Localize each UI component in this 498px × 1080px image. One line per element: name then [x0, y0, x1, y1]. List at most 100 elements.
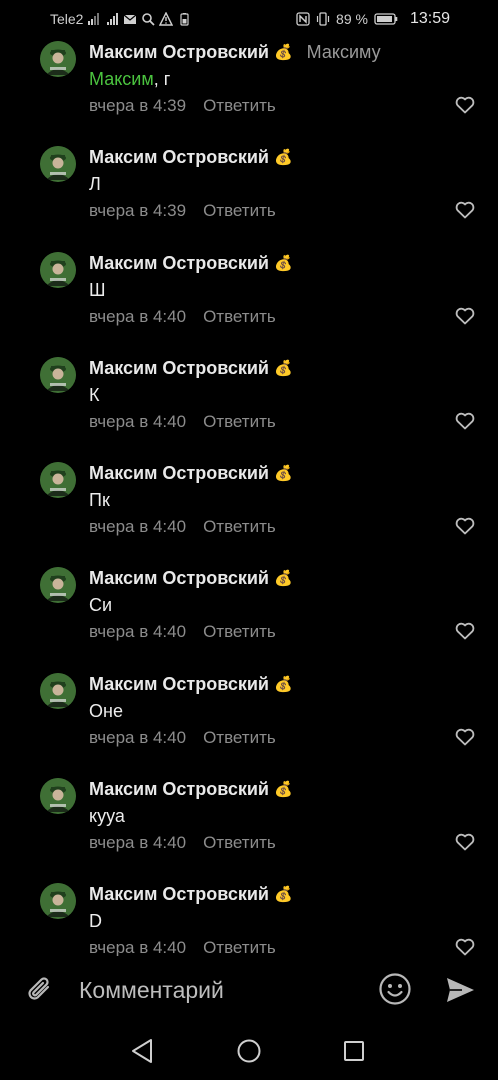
author-name[interactable]: Максим Островский — [89, 42, 269, 63]
reply-button[interactable]: Ответить — [203, 412, 276, 432]
avatar[interactable] — [40, 251, 76, 288]
comment-body: Оне — [89, 700, 123, 721]
comment-body: Си — [89, 595, 113, 616]
reply-button[interactable]: Ответить — [203, 307, 276, 327]
comment-body: Л — [89, 174, 101, 195]
paperclip-icon[interactable] — [24, 974, 56, 1006]
heart-icon[interactable] — [455, 728, 475, 746]
avatar[interactable] — [40, 356, 76, 393]
author-name[interactable]: Максим Островский — [89, 568, 269, 589]
reply-to-name[interactable]: Максиму — [307, 42, 381, 63]
money-bag-icon: 💰 — [273, 570, 293, 588]
comment-text: Л — [89, 174, 101, 195]
money-bag-icon: 💰 — [273, 781, 293, 799]
comment-time: вчера в 4:40 — [89, 938, 187, 956]
comment-composer — [0, 958, 498, 1022]
money-bag-icon: 💰 — [273, 149, 293, 167]
money-bag-icon: 💰 — [273, 359, 293, 377]
author-name[interactable]: Максим Островский — [89, 884, 269, 905]
heart-icon[interactable] — [455, 307, 475, 325]
comment-body: Ш — [89, 279, 106, 300]
recent-apps-icon[interactable] — [343, 1040, 365, 1062]
status-left: Tele2 — [50, 11, 191, 27]
signal-icon — [87, 12, 101, 26]
heart-icon[interactable] — [455, 938, 475, 956]
reply-button[interactable]: Ответить — [203, 201, 276, 221]
comment-item[interactable]: Максим Островский 💰 Максиму Максим, г вч… — [0, 36, 498, 141]
comment-text: Си — [89, 595, 112, 616]
avatar[interactable] — [40, 567, 76, 604]
comment-text: К — [89, 385, 100, 406]
comment-item[interactable]: Максим Островский 💰 D вчера в 4:40 Ответ… — [0, 878, 498, 956]
avatar[interactable] — [40, 146, 76, 183]
comment-header: Максим Островский 💰 — [89, 674, 293, 695]
comment-header: Максим Островский 💰 — [89, 884, 293, 905]
search-icon — [141, 12, 156, 26]
avatar[interactable] — [40, 778, 76, 815]
mention-link[interactable]: Максим — [89, 69, 154, 89]
reply-button[interactable]: Ответить — [203, 96, 276, 116]
mail-icon — [123, 12, 137, 26]
comment-item[interactable]: Максим Островский 💰 Пк вчера в 4:40 Отве… — [0, 457, 498, 562]
comment-item[interactable]: Максим Островский 💰 Ш вчера в 4:40 Ответ… — [0, 247, 498, 352]
wifi-icon — [105, 12, 119, 26]
comment-meta: вчера в 4:39 Ответить — [89, 201, 276, 221]
heart-icon[interactable] — [455, 833, 475, 851]
battery-icon — [374, 12, 398, 26]
heart-icon[interactable] — [455, 412, 475, 430]
clock: 13:59 — [409, 10, 450, 27]
vibrate-icon — [316, 12, 330, 26]
comment-header: Максим Островский 💰 — [89, 358, 293, 379]
reply-button[interactable]: Ответить — [203, 517, 276, 537]
avatar[interactable] — [40, 883, 76, 920]
reply-button[interactable]: Ответить — [203, 728, 276, 748]
avatar[interactable] — [40, 41, 76, 77]
comment-item[interactable]: Максим Островский 💰 Оне вчера в 4:40 Отв… — [0, 668, 498, 773]
author-name[interactable]: Максим Островский — [89, 253, 269, 274]
comment-text: D — [89, 911, 102, 932]
carrier-name: Tele2 — [50, 11, 84, 27]
avatar[interactable] — [40, 462, 76, 499]
reply-button[interactable]: Ответить — [203, 622, 276, 642]
comment-meta: вчера в 4:40 Ответить — [89, 728, 276, 748]
warning-icon — [159, 12, 174, 26]
comment-time: вчера в 4:40 — [89, 411, 187, 431]
heart-icon[interactable] — [455, 517, 475, 535]
author-name[interactable]: Максим Островский — [89, 358, 269, 379]
comment-header: Максим Островский 💰 — [89, 253, 293, 274]
back-icon[interactable] — [130, 1038, 154, 1064]
comment-text: кууа — [89, 806, 125, 827]
comment-time: вчера в 4:40 — [89, 833, 187, 853]
author-name[interactable]: Максим Островский — [89, 674, 269, 695]
author-name[interactable]: Максим Островский — [89, 463, 269, 484]
comment-item[interactable]: Максим Островский 💰 Л вчера в 4:39 Ответ… — [0, 141, 498, 246]
author-name[interactable]: Максим Островский — [89, 779, 269, 800]
comment-item[interactable]: Максим Островский 💰 кууа вчера в 4:40 От… — [0, 773, 498, 878]
comment-header: Максим Островский 💰 — [89, 779, 293, 800]
comment-header: Максим Островский 💰 — [89, 147, 293, 168]
battery-small-icon — [177, 12, 191, 26]
comments-list[interactable]: Максим Островский 💰 Максиму Максим, г вч… — [0, 36, 498, 956]
emoji-icon[interactable] — [378, 972, 412, 1006]
comment-header: Максим Островский 💰 — [89, 568, 293, 589]
comment-body: D — [89, 911, 102, 932]
comment-time: вчера в 4:40 — [89, 306, 187, 326]
heart-icon[interactable] — [455, 201, 475, 219]
comment-header: Максим Островский 💰 — [89, 463, 293, 484]
home-icon[interactable] — [237, 1039, 261, 1063]
comment-item[interactable]: Максим Островский 💰 К вчера в 4:40 Ответ… — [0, 352, 498, 457]
author-name[interactable]: Максим Островский — [89, 147, 269, 168]
reply-button[interactable]: Ответить — [203, 938, 276, 956]
comment-text: Оне — [89, 701, 123, 722]
avatar[interactable] — [40, 672, 76, 709]
heart-icon[interactable] — [455, 622, 475, 640]
send-icon[interactable] — [444, 974, 476, 1006]
comment-meta: вчера в 4:40 Ответить — [89, 622, 276, 642]
money-bag-icon: 💰 — [273, 254, 293, 272]
comment-item[interactable]: Максим Островский 💰 Си вчера в 4:40 Отве… — [0, 562, 498, 667]
reply-button[interactable]: Ответить — [203, 833, 276, 853]
heart-icon[interactable] — [455, 96, 475, 114]
comment-meta: вчера в 4:40 Ответить — [89, 833, 276, 853]
nfc-icon — [296, 12, 310, 26]
comment-input[interactable] — [79, 974, 359, 1006]
